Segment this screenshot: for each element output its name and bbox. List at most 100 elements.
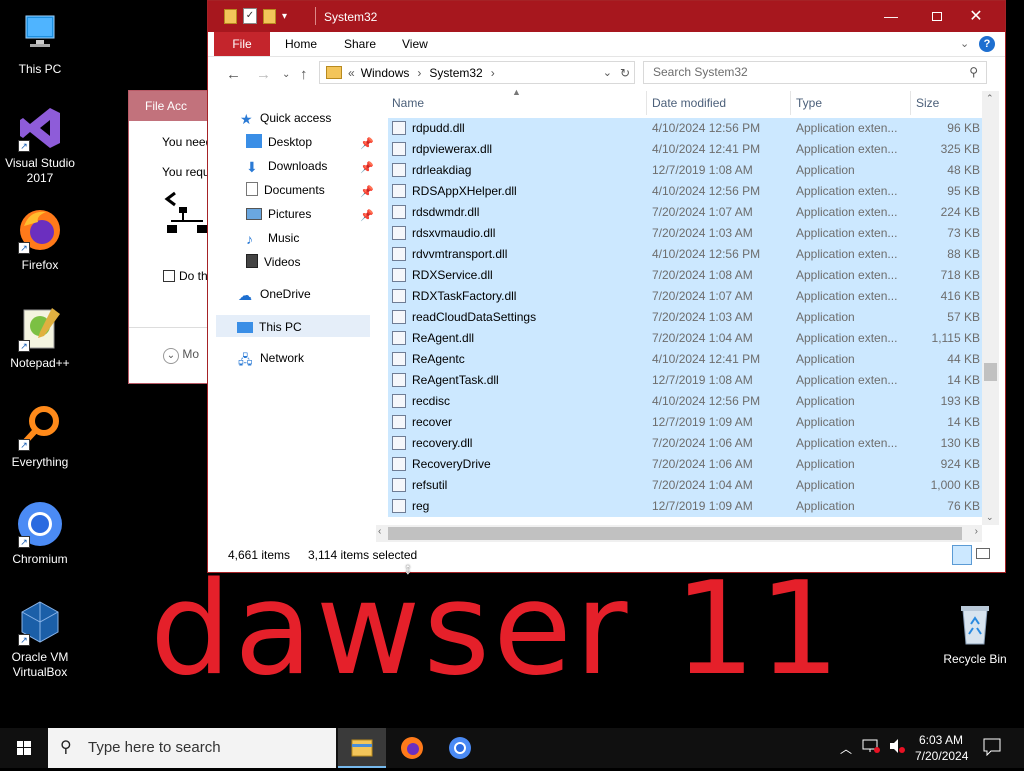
scroll-right-icon[interactable]: › [975,526,978,537]
desktop-icon-recycle-bin[interactable]: Recycle Bin [935,600,1015,667]
file-row[interactable]: RDXTaskFactory.dll 7/20/2024 1:07 AM Appli… [388,286,982,307]
file-row[interactable]: rdvvmtransport.dll 4/10/2024 12:56 PM Appl… [388,244,982,265]
scroll-down-icon[interactable]: ⌄ [986,512,994,523]
refresh-icon[interactable]: ↻ [620,66,630,80]
desktop-icon-visual-studio[interactable]: ↗ Visual Studio 2017 [0,104,80,186]
taskbar-search-box[interactable]: ⚲ Type here to search [48,728,336,768]
file-row[interactable]: rdpudd.dll 4/10/2024 12:56 PM Application … [388,118,982,139]
new-folder-icon[interactable] [263,8,276,24]
file-row[interactable]: ReAgentTask.dll 12/7/2019 1:08 AM Applicat… [388,370,982,391]
file-row[interactable]: rdsxvmaudio.dll 7/20/2024 1:03 AM Applicat… [388,223,982,244]
back-arrow-icon[interactable]: ← [226,66,241,83]
network-status-icon[interactable] [862,738,880,757]
desktop-icon-chromium[interactable]: ↗ Chromium [0,500,80,567]
file-type: Application [796,478,855,492]
file-row[interactable]: recdisc 4/10/2024 12:56 PM Application 193 … [388,391,982,412]
tab-home[interactable]: Home [285,32,317,56]
breadcrumb-separator-icon[interactable]: › [491,66,495,80]
start-button[interactable] [0,728,48,768]
file-row[interactable]: RDXService.dll 7/20/2024 1:08 AM Applicati… [388,265,982,286]
overflow-chevron[interactable]: « [348,66,355,80]
column-date-modified[interactable]: Date modified [652,96,726,110]
nav-downloads[interactable]: ⬇ Downloads [246,155,327,177]
vertical-scrollbar[interactable]: ⌃ ⌄ [982,91,999,525]
search-input[interactable]: Search System32 ⚲ [643,61,987,84]
tab-file[interactable]: File [214,32,270,56]
file-row[interactable]: recover 12/7/2019 1:09 AM Application 14 KB [388,412,982,433]
breadcrumb-system32[interactable]: System32 [429,66,482,80]
file-row[interactable]: RecoveryDrive 7/20/2024 1:06 AM Applicatio… [388,454,982,475]
tab-view[interactable]: View [402,32,428,56]
dialog-checkbox[interactable]: Do th [163,269,208,283]
desktop-icon-everything[interactable]: ↗ Everything [0,403,80,470]
file-row[interactable]: rdpviewerax.dll 4/10/2024 12:41 PM Applica… [388,139,982,160]
notifications-icon[interactable] [983,738,1001,759]
column-type[interactable]: Type [796,96,822,110]
column-size[interactable]: Size [916,96,939,110]
close-button[interactable]: ✕ [953,1,999,32]
scroll-left-icon[interactable]: ‹ [378,526,381,537]
file-access-dialog[interactable]: File Acc You need You requ Do th ⌄ Mo [128,90,212,384]
pin-icon[interactable]: 📌 [360,161,374,174]
nav-desktop[interactable]: Desktop [246,131,312,153]
more-details-toggle[interactable]: ⌄ Mo [163,347,199,364]
recent-locations-icon[interactable]: ⌄ [282,69,290,80]
column-name[interactable]: Name [392,96,424,110]
file-row[interactable]: ReAgentc 4/10/2024 12:41 PM Application 44 … [388,349,982,370]
scroll-thumb[interactable] [984,363,997,381]
scroll-up-icon[interactable]: ⌃ [986,93,994,104]
file-row[interactable]: reg 12/7/2019 1:09 AM Application 76 KB [388,496,982,517]
file-type: Application exten... [796,331,898,345]
scroll-thumb[interactable] [388,527,962,540]
desktop-icon-firefox[interactable]: ↗ Firefox [0,206,80,273]
large-icons-view-icon[interactable] [976,548,990,559]
videos-icon [246,254,258,268]
nav-music[interactable]: ♪ Music [246,227,299,249]
address-dropdown-icon[interactable]: ⌄ [603,66,612,79]
file-row[interactable]: refsutil 7/20/2024 1:04 AM Application 1,00… [388,475,982,496]
pin-icon[interactable]: 📌 [360,185,374,198]
breadcrumb-separator-icon[interactable]: › [417,66,421,80]
file-row[interactable]: rdrleakdiag 12/7/2019 1:08 AM Application 4… [388,160,982,181]
nav-this-pc[interactable]: This PC [216,315,370,337]
properties-icon[interactable]: ✓ [243,8,257,24]
file-row[interactable]: RDSAppXHelper.dll 4/10/2024 12:56 PM Appli… [388,181,982,202]
taskbar-chromium[interactable] [436,728,484,768]
desktop-icon-virtualbox[interactable]: ↗ Oracle VM VirtualBox [0,598,80,680]
nav-videos[interactable]: Videos [246,251,300,273]
file-list[interactable]: Name ▲ Date modified Type Size rdpudd.dl… [376,87,1004,542]
nav-network[interactable]: 🖧 Network [238,347,304,369]
pin-icon[interactable]: 📌 [360,137,374,150]
forward-arrow-icon[interactable]: → [256,66,271,83]
chevron-down-icon[interactable]: ▾ [282,11,287,22]
nav-documents[interactable]: Documents [246,179,325,201]
taskbar-file-explorer[interactable] [338,728,386,768]
nav-onedrive[interactable]: ☁ OneDrive [238,283,311,305]
horizontal-scrollbar[interactable]: ‹ › [376,525,982,542]
file-type: Application exten... [796,373,898,387]
file-row[interactable]: recovery.dll 7/20/2024 1:06 AM Application… [388,433,982,454]
breadcrumb-windows[interactable]: Windows [361,66,410,80]
file-row[interactable]: ReAgent.dll 7/20/2024 1:04 AM Application … [388,328,982,349]
taskbar-firefox[interactable] [388,728,436,768]
volume-muted-icon[interactable] [888,738,906,757]
file-explorer-window[interactable]: ✓ ▾ System32 — ✕ File Home Share View ⌄ … [207,0,1006,573]
tab-share[interactable]: Share [344,32,376,56]
pin-icon[interactable]: 📌 [360,209,374,222]
desktop-icon-this-pc[interactable]: This PC [0,10,80,77]
show-hidden-icons[interactable]: ︿ [840,740,852,757]
file-row[interactable]: readCloudDataSettings 7/20/2024 1:03 AM Ap… [388,307,982,328]
nav-quick-access[interactable]: ★ Quick access [240,107,331,129]
desktop-icon-notepadpp[interactable]: ↗ Notepad++ [0,304,80,371]
help-icon[interactable]: ? [979,36,995,52]
file-row[interactable]: rdsdwmdr.dll 7/20/2024 1:07 AM Application… [388,202,982,223]
clock[interactable]: 6:03 AM 7/20/2024 [915,732,968,764]
nav-pictures[interactable]: Pictures [246,203,311,225]
minimize-button[interactable]: — [868,1,914,32]
title-bar[interactable]: ✓ ▾ System32 — ✕ [208,1,1005,32]
address-bar[interactable]: « Windows › System32 › ⌄ ↻ [319,61,635,84]
up-arrow-icon[interactable]: ↑ [300,66,308,83]
details-view-icon[interactable] [952,545,972,565]
expand-ribbon-icon[interactable]: ⌄ [960,37,969,50]
address-row: ← → ⌄ ↑ « Windows › System32 › ⌄ ↻ Searc… [208,57,1005,91]
